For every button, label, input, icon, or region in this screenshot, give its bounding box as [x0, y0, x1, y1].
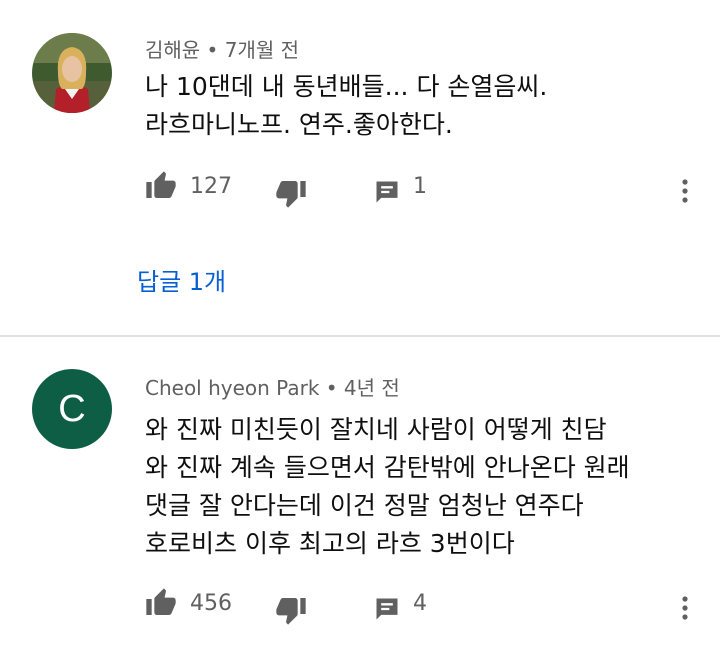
avatar[interactable]: C [32, 369, 112, 449]
comment-actions: 127 1 [145, 170, 705, 210]
comment-time[interactable]: 7개월 전 [225, 38, 299, 62]
meta-separator: • [319, 376, 344, 400]
avatar-photo [32, 33, 112, 113]
like-count: 127 [190, 174, 232, 199]
comment-icon[interactable] [373, 595, 401, 623]
comment-actions: 456 4 [145, 587, 705, 627]
author-name[interactable]: Cheol hyeon Park [145, 376, 319, 400]
thumb-down-icon[interactable] [275, 177, 307, 209]
comment-item: 김해윤 • 7개월 전 나 10댄데 내 동년배들... 다 손열음씨. 라흐마… [0, 0, 720, 336]
comment-time[interactable]: 4년 전 [344, 376, 400, 400]
comment-text: 와 진짜 미친듯이 잘치네 사람이 어떻게 친담 와 진짜 계속 들으면서 감탄… [145, 415, 630, 558]
thumb-up-icon[interactable] [145, 587, 177, 619]
reply-count: 4 [413, 591, 427, 616]
view-replies-link[interactable]: 답글 1개 [137, 262, 226, 297]
like-count: 456 [190, 591, 232, 616]
comment-text: 나 10댄데 내 동년배들... 다 손열음씨. 라흐마니노프. 연주.좋아한다… [145, 72, 548, 139]
reply-count: 1 [413, 174, 427, 199]
avatar[interactable] [32, 33, 112, 113]
meta-separator: • [200, 38, 225, 62]
more-vertical-icon[interactable] [673, 595, 697, 623]
comment-icon[interactable] [373, 178, 401, 206]
thumb-up-icon[interactable] [145, 170, 177, 202]
more-vertical-icon[interactable] [673, 178, 697, 206]
comment-meta: Cheol hyeon Park • 4년 전 [145, 372, 400, 401]
author-name[interactable]: 김해윤 [145, 38, 200, 62]
thumb-down-icon[interactable] [275, 594, 307, 626]
comment-meta: 김해윤 • 7개월 전 [145, 34, 299, 63]
avatar-letter: C [58, 387, 86, 430]
comment-item: C Cheol hyeon Park • 4년 전 와 진짜 미친듯이 잘치네 … [0, 337, 720, 661]
